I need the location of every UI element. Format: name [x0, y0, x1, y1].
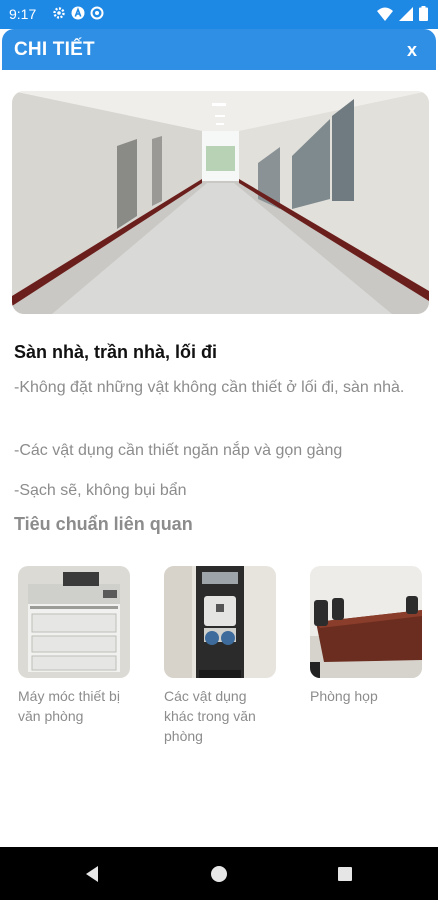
paragraph-2: -Các vật dụng cần thiết ngăn nắp và gọn …: [14, 442, 343, 459]
related-card-meeting-room[interactable]: Phòng họp: [310, 566, 422, 706]
hallway-image: [12, 91, 429, 314]
related-card-label: Phòng họp: [310, 688, 378, 704]
detail-modal: CHI TIẾT x Sàn nhà, trần nhà, lối đi -Kh…: [2, 29, 436, 847]
section-title: Sàn nhà, trần nhà, lối đi: [14, 342, 218, 362]
status-left-icons: [52, 6, 104, 20]
battery-icon: [419, 6, 428, 26]
home-button[interactable]: [206, 861, 232, 887]
data-saver-icon: [90, 6, 104, 20]
related-card-office-equipment[interactable]: Máy móc thiết bị văn phòng: [18, 566, 130, 726]
meeting-room-thumbnail: [310, 566, 422, 678]
related-standards-title: Tiêu chuẩn liên quan: [14, 514, 193, 534]
office-equipment-thumbnail: [18, 566, 130, 678]
related-card-label: Các vật dụng khác trong văn phòng: [164, 688, 256, 744]
wifi-icon: [377, 7, 393, 26]
modal-title: CHI TIẾT: [14, 39, 95, 60]
status-time: 9:17: [9, 6, 37, 22]
status-right-icons: [377, 6, 428, 26]
recents-button[interactable]: [332, 861, 358, 887]
back-button[interactable]: [80, 861, 106, 887]
app-a-icon: [71, 6, 85, 20]
office-items-thumbnail: [164, 566, 276, 678]
status-bar: 9:17: [0, 0, 438, 29]
related-card-office-items[interactable]: Các vật dụng khác trong văn phòng: [164, 566, 276, 746]
paragraph-1: -Không đặt những vật không cần thiết ở l…: [14, 379, 405, 396]
settings-icon: [52, 6, 66, 20]
related-card-label: Máy móc thiết bị văn phòng: [18, 688, 120, 724]
modal-header: CHI TIẾT x: [2, 29, 436, 70]
navigation-bar: [0, 847, 438, 900]
paragraph-3: -Sạch sẽ, không bụi bẩn: [14, 482, 187, 499]
close-button[interactable]: x: [400, 38, 424, 62]
signal-icon: [399, 6, 413, 26]
